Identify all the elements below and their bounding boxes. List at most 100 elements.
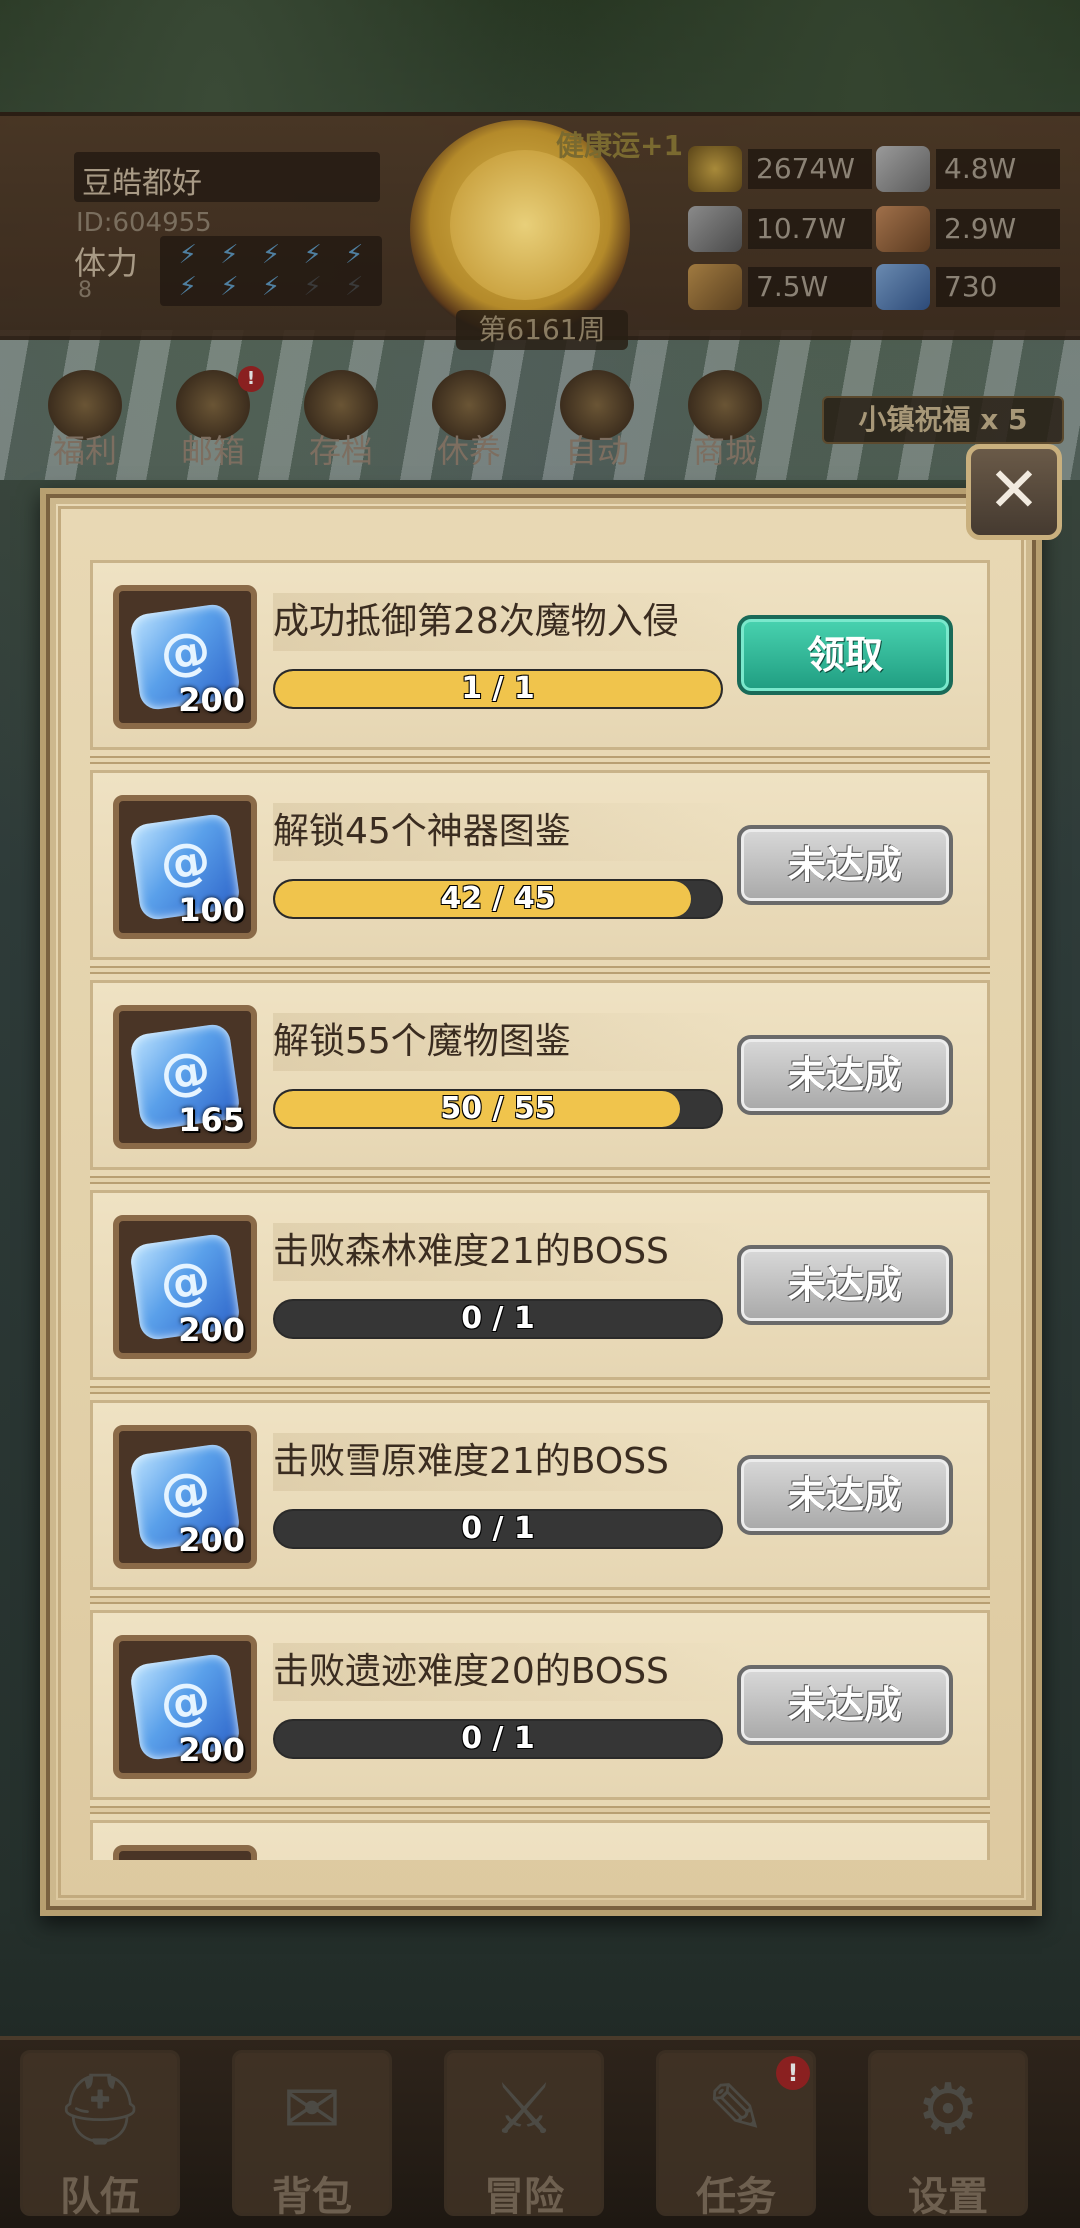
feature-nav: 福利 ! 邮箱 存档 休养 自动 商城	[30, 360, 790, 470]
quest-scroll-icon: ✎	[706, 2068, 766, 2150]
reward-slot[interactable]: 200	[113, 1635, 257, 1779]
task-list[interactable]: 200 成功抵御第28次魔物入侵 1 / 1 领取 100 解锁45个神器图鉴 …	[90, 560, 990, 1860]
nav-welfare[interactable]: 福利	[30, 360, 140, 470]
not-achieved-button[interactable]: 未达成	[737, 825, 953, 905]
bottom-nav-label: 任务	[696, 2174, 776, 2220]
stamina-bolt-icon: ⚡	[303, 272, 322, 302]
progress-text: 1 / 1	[461, 671, 535, 706]
task-title: 解锁45个神器图鉴	[273, 803, 743, 861]
town-blessing-badge[interactable]: 小镇祝福 x 5	[822, 396, 1064, 444]
close-button[interactable]: ✕	[966, 444, 1062, 540]
progress-text: 0 / 1	[461, 1511, 535, 1546]
task-progress-bar: 0 / 1	[273, 1719, 723, 1759]
progress-text: 0 / 1	[461, 1721, 535, 1756]
claim-button[interactable]: 领取	[737, 615, 953, 695]
leather-icon	[876, 206, 930, 252]
task-progress-bar: 42 / 45	[273, 879, 723, 919]
task-row: 200 击败雪原难度21的BOSS 0 / 1 未达成	[90, 1400, 990, 1590]
gold-coin-icon	[688, 146, 742, 192]
gear-icon: ⚙	[916, 2068, 980, 2150]
bottom-nav-quest-scroll[interactable]: ✎ 任务 !	[646, 2044, 826, 2228]
nav-rest[interactable]: 休养	[414, 360, 524, 470]
task-title: 解锁55个魔物图鉴	[273, 1013, 743, 1071]
stamina-bolt-icon: ⚡	[220, 272, 239, 302]
progress-text: 0 / 1	[461, 1301, 535, 1336]
bottom-nav-label: 设置	[908, 2174, 988, 2220]
reward-quantity: 200	[178, 681, 245, 719]
resource-value: 10.7W	[748, 209, 872, 249]
reward-slot[interactable]: 200	[113, 1425, 257, 1569]
notification-badge: !	[238, 366, 264, 392]
not-achieved-button[interactable]: 未达成	[737, 1035, 953, 1115]
stamina-bolt-icon: ⚡	[261, 272, 281, 302]
stamina-bolt-icon: ⚡	[303, 240, 322, 270]
reward-slot[interactable]: 200	[113, 1215, 257, 1359]
reward-quantity: 200	[178, 1521, 245, 1559]
task-row: 100 解锁45个神器图鉴 42 / 45 未达成	[90, 770, 990, 960]
task-title: 击败遗迹难度20的BOSS	[273, 1643, 743, 1701]
avatar-portrait	[450, 150, 600, 300]
reward-quantity: 165	[178, 1101, 245, 1139]
not-achieved-button[interactable]: 未达成	[737, 1455, 953, 1535]
team-helmet-icon: ⛑	[55, 2068, 145, 2150]
nav-label: 休养	[436, 432, 501, 470]
task-row	[90, 1820, 990, 1860]
not-achieved-button[interactable]: 未达成	[737, 1245, 953, 1325]
reward-quantity: 100	[178, 891, 245, 929]
resource-stone[interactable]: 10.7W	[688, 206, 872, 252]
reward-slot[interactable]: 200	[113, 585, 257, 729]
nav-save[interactable]: 存档	[286, 360, 396, 470]
buff-label: 健康运+1	[556, 129, 683, 162]
progress-text: 50 / 55	[440, 1091, 556, 1126]
nav-label: 邮箱	[180, 432, 245, 470]
reward-slot[interactable]: 165	[113, 1005, 257, 1149]
bottom-nav-label: 冒险	[484, 2174, 564, 2220]
task-progress-bar: 1 / 1	[273, 669, 723, 709]
resource-gold[interactable]: 2674W	[688, 146, 872, 192]
nav-label: 福利	[52, 432, 117, 470]
nav-mailbox[interactable]: ! 邮箱	[158, 360, 268, 470]
crossed-swords-icon: ⚔	[492, 2068, 556, 2150]
bottom-nav-gear[interactable]: ⚙ 设置	[858, 2044, 1038, 2228]
bottom-nav-label: 背包	[272, 2174, 352, 2220]
task-progress-bar: 0 / 1	[273, 1509, 723, 1549]
resource-crystal[interactable]: 730	[876, 264, 1060, 310]
stamina-bolt-icon: ⚡	[345, 240, 364, 270]
stamina-bolt-icon: ⚡	[220, 240, 239, 270]
stamina-bar: ⚡ ⚡ ⚡ ⚡ ⚡ ⚡ ⚡ ⚡ ⚡ ⚡	[160, 236, 382, 306]
bottom-nav-backpack[interactable]: ✉ 背包	[222, 2044, 402, 2228]
nav-shop[interactable]: 商城	[670, 360, 780, 470]
resource-value: 2674W	[748, 149, 872, 189]
player-id: ID:604955	[76, 208, 212, 238]
bottom-nav-crossed-swords[interactable]: ⚔ 冒险	[434, 2044, 614, 2228]
stamina-bolt-icon: ⚡	[178, 272, 197, 302]
crystal-icon	[876, 264, 930, 310]
task-row: 200 击败遗迹难度20的BOSS 0 / 1 未达成	[90, 1610, 990, 1800]
nav-label: 商城	[692, 432, 757, 470]
iron-ingot-icon	[876, 146, 930, 192]
task-progress-bar: 50 / 55	[273, 1089, 723, 1129]
task-row: 200 击败森林难度21的BOSS 0 / 1 未达成	[90, 1190, 990, 1380]
reward-slot[interactable]: 100	[113, 795, 257, 939]
task-title: 击败森林难度21的BOSS	[273, 1223, 743, 1281]
reward-quantity: 200	[178, 1731, 245, 1769]
nav-label: 自动	[564, 432, 629, 470]
task-row: 200 成功抵御第28次魔物入侵 1 / 1 领取	[90, 560, 990, 750]
resource-iron[interactable]: 4.8W	[876, 146, 1060, 192]
resource-value: 4.8W	[936, 149, 1060, 189]
progress-text: 42 / 45	[440, 881, 556, 916]
wood-log-icon	[688, 264, 742, 310]
week-badge: 第6161周	[456, 310, 628, 350]
stone-ore-icon	[688, 206, 742, 252]
bottom-nav-team-helmet[interactable]: ⛑ 队伍	[10, 2044, 190, 2228]
task-title: 成功抵御第28次魔物入侵	[273, 593, 743, 651]
resource-value: 7.5W	[748, 267, 872, 307]
not-achieved-button[interactable]: 未达成	[737, 1665, 953, 1745]
resource-wood[interactable]: 7.5W	[688, 264, 872, 310]
backpack-icon: ✉	[282, 2068, 342, 2150]
nav-auto[interactable]: 自动	[542, 360, 652, 470]
resource-leather[interactable]: 2.9W	[876, 206, 1060, 252]
reward-slot[interactable]	[113, 1845, 257, 1860]
task-title: 击败雪原难度21的BOSS	[273, 1433, 743, 1491]
stamina-value: 8	[78, 278, 92, 303]
